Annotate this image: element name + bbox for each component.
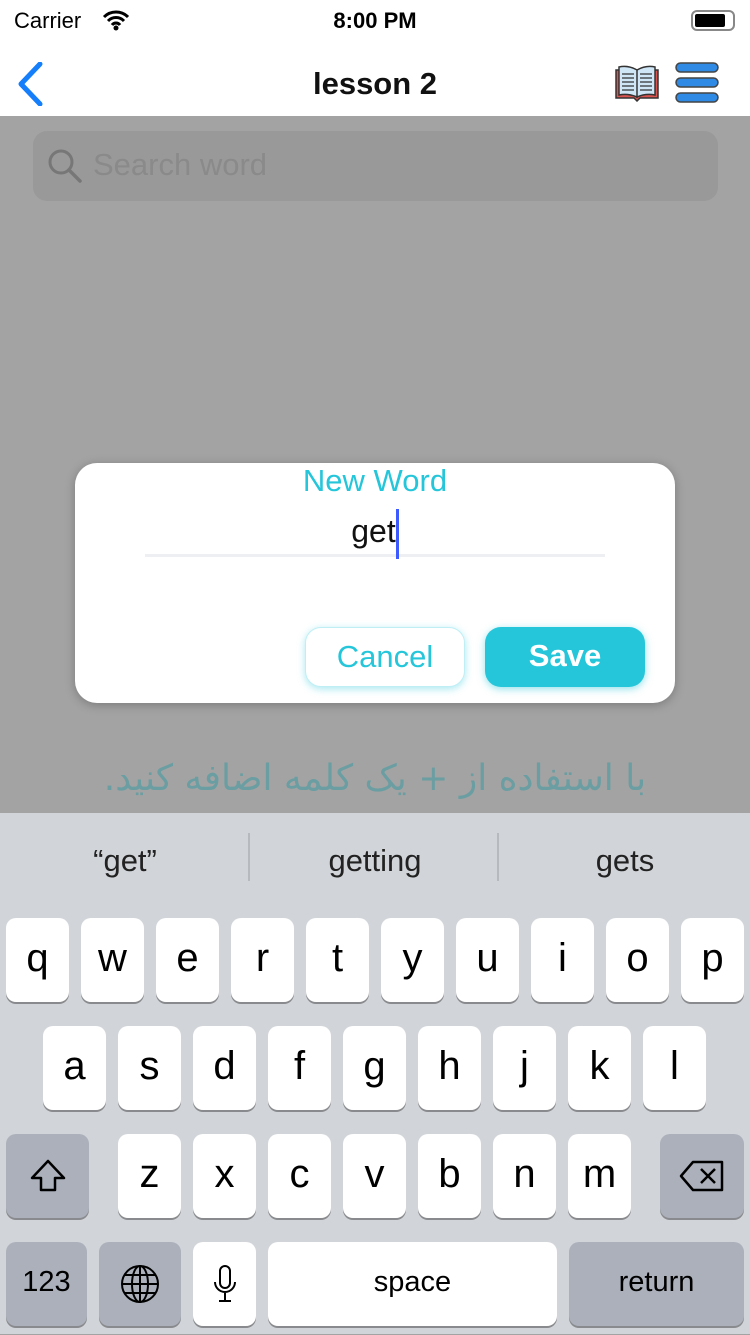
globe-icon (121, 1265, 159, 1303)
suggestion-3[interactable]: gets (500, 843, 750, 879)
divider (497, 833, 499, 881)
text-cursor (395, 508, 399, 559)
save-button[interactable]: Save (485, 627, 645, 687)
shift-key[interactable] (6, 1134, 89, 1218)
status-bar: Carrier 8:00 PM (0, 0, 750, 40)
numbers-key[interactable]: 123 (6, 1242, 87, 1326)
key-j[interactable]: j (493, 1026, 556, 1110)
cancel-button[interactable]: Cancel (305, 627, 465, 687)
dialog-title: New Word (302, 463, 448, 498)
new-word-dialog: New Word get Cancel Save (75, 463, 675, 703)
suggestion-2[interactable]: getting (250, 843, 500, 879)
keyboard: “get” getting gets qwertyuiop asdfghjkl zx… (0, 813, 750, 1334)
word-input[interactable]: get (145, 505, 605, 559)
word-input-value: get (351, 513, 396, 549)
key-p[interactable]: p (681, 918, 744, 1002)
empty-hint: با استفاده از + یک کلمه اضافه کنید. (103, 758, 647, 799)
globe-key[interactable] (99, 1242, 181, 1326)
key-k[interactable]: k (568, 1026, 631, 1110)
key-o[interactable]: o (606, 918, 669, 1002)
key-s[interactable]: s (118, 1026, 181, 1110)
key-w[interactable]: w (81, 918, 144, 1002)
shift-icon (30, 1159, 65, 1192)
microphone-icon (213, 1265, 236, 1302)
key-t[interactable]: t (306, 918, 369, 1002)
time-label: 8:00 PM (333, 8, 417, 33)
delete-key[interactable] (660, 1134, 744, 1218)
key-h[interactable]: h (418, 1026, 481, 1110)
key-f[interactable]: f (268, 1026, 331, 1110)
navigation-bar: lesson 2 (0, 40, 750, 116)
search-icon (48, 149, 82, 183)
key-c[interactable]: c (268, 1134, 331, 1218)
battery-icon (691, 10, 735, 31)
key-u[interactable]: u (456, 918, 519, 1002)
key-e[interactable]: e (156, 918, 219, 1002)
suggestion-1[interactable]: “get” (0, 843, 250, 879)
key-y[interactable]: y (381, 918, 444, 1002)
key-m[interactable]: m (568, 1134, 631, 1218)
key-a[interactable]: a (43, 1026, 106, 1110)
key-i[interactable]: i (531, 918, 594, 1002)
search-field[interactable]: Search word (33, 131, 718, 201)
hamburger-menu-icon[interactable] (674, 60, 720, 106)
open-book-icon[interactable] (614, 64, 660, 102)
space-key[interactable]: space (268, 1242, 557, 1326)
key-g[interactable]: g (343, 1026, 406, 1110)
key-q[interactable]: q (6, 918, 69, 1002)
key-n[interactable]: n (493, 1134, 556, 1218)
backspace-icon (679, 1160, 724, 1192)
key-l[interactable]: l (643, 1026, 706, 1110)
key-z[interactable]: z (118, 1134, 181, 1218)
key-v[interactable]: v (343, 1134, 406, 1218)
search-placeholder: Search word (93, 147, 268, 182)
key-r[interactable]: r (231, 918, 294, 1002)
key-x[interactable]: x (193, 1134, 256, 1218)
return-key[interactable]: return (569, 1242, 744, 1326)
key-b[interactable]: b (418, 1134, 481, 1218)
dictation-key[interactable] (193, 1242, 256, 1326)
key-d[interactable]: d (193, 1026, 256, 1110)
